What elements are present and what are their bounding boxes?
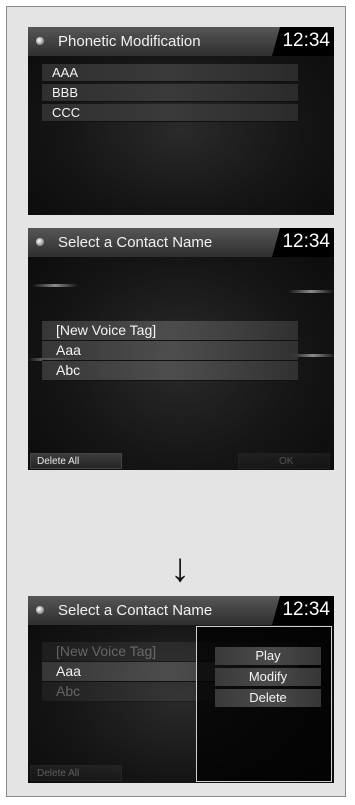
- screen-title: Phonetic Modification: [58, 33, 201, 50]
- contact-item[interactable]: Abc: [42, 361, 298, 381]
- clock: 12:34: [282, 599, 330, 620]
- list-item-label: BBB: [52, 85, 79, 100]
- list-item-label: [New Voice Tag]: [56, 643, 157, 659]
- menu-dot-icon: [36, 37, 44, 45]
- contact-new-voice-tag[interactable]: [New Voice Tag]: [42, 321, 298, 341]
- light-streak: [32, 284, 78, 287]
- list-item[interactable]: CCC: [42, 104, 298, 122]
- list-item[interactable]: AAA: [42, 64, 298, 82]
- contact-item[interactable]: Aaa: [42, 341, 298, 361]
- list-item-label: Aaa: [56, 663, 81, 679]
- list-item-label: Abc: [56, 683, 81, 699]
- ok-button[interactable]: OK: [238, 453, 330, 469]
- screen-title: Select a Contact Name: [58, 602, 213, 619]
- list-item-label: AAA: [52, 65, 79, 80]
- list-item[interactable]: BBB: [42, 84, 298, 102]
- title-bar: Phonetic Modification 12:34: [28, 27, 334, 56]
- phonetic-modification-screen: Phonetic Modification 12:34 AAA BBB CCC: [28, 27, 334, 215]
- options-popup: Play Modify Delete: [196, 626, 332, 782]
- screen-title: Select a Contact Name: [58, 234, 213, 251]
- title-bar: Select a Contact Name 12:34: [28, 596, 334, 625]
- list-item-label: [New Voice Tag]: [56, 322, 157, 338]
- title-bar: Select a Contact Name 12:34: [28, 228, 334, 257]
- delete-button[interactable]: Delete: [215, 689, 321, 707]
- delete-all-button[interactable]: Delete All: [30, 765, 122, 781]
- menu-dot-icon: [36, 238, 44, 246]
- light-streak: [288, 290, 334, 293]
- delete-all-button[interactable]: Delete All: [30, 453, 122, 469]
- select-contact-options-screen: Select a Contact Name 12:34 [New Voice T…: [28, 596, 334, 783]
- menu-dot-icon: [36, 606, 44, 614]
- play-button[interactable]: Play: [215, 647, 321, 665]
- clock: 12:34: [282, 231, 330, 252]
- list-item-label: CCC: [52, 105, 81, 120]
- clock: 12:34: [282, 30, 330, 51]
- down-arrow-icon: ↓: [170, 546, 190, 590]
- list-item-label: Abc: [56, 362, 81, 378]
- select-contact-screen: Select a Contact Name 12:34 [New Voice T…: [28, 228, 334, 470]
- list-item-label: Aaa: [56, 342, 81, 358]
- modify-button[interactable]: Modify: [215, 668, 321, 686]
